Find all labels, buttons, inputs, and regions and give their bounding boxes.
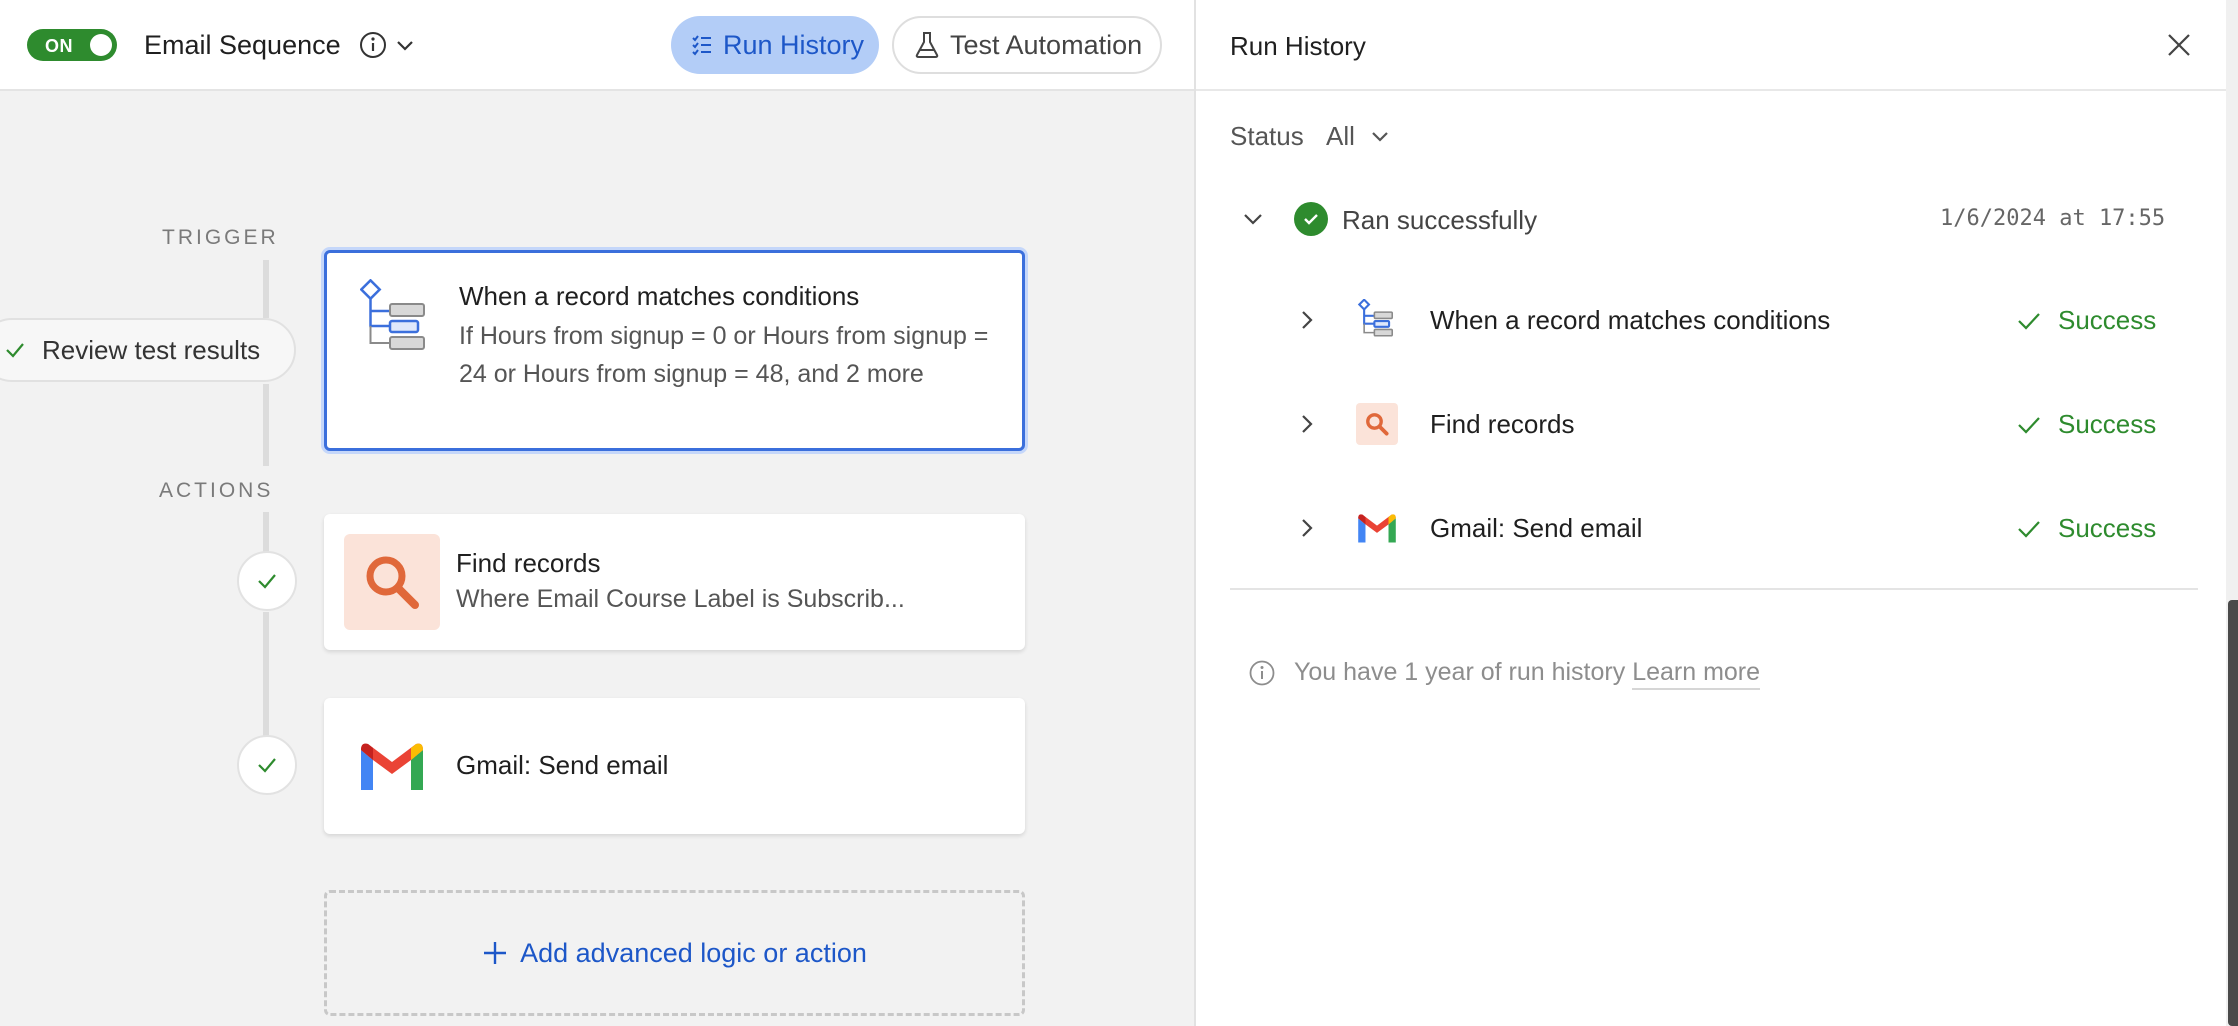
test-automation-button[interactable]: Test Automation [892,16,1162,74]
magnifier-icon [1356,403,1398,445]
checklist-icon [692,35,711,56]
status-filter-select[interactable]: All [1326,121,1355,152]
check-icon [2016,516,2042,542]
learn-more-link[interactable]: Learn more [1632,658,1761,690]
check-icon [6,343,24,358]
run-history-button[interactable]: Run History [671,16,879,74]
run-step-status: Success [2058,409,2157,439]
automation-on-toggle[interactable]: ON [27,29,117,61]
magnifier-icon [344,534,440,630]
info-icon [1248,659,1276,687]
run-history-panel: Run History Status All Ran successfully … [1194,0,2228,1026]
flow-connector [263,612,269,736]
info-icon[interactable] [358,30,388,60]
trigger-tree-icon [1356,299,1398,341]
check-icon [258,574,276,589]
panel-title: Run History [1230,31,1366,61]
add-action-button[interactable]: Add advanced logic or action [324,890,1025,1016]
run-timestamp: 1/6/2024 at 17:55 [1940,206,2166,231]
test-automation-label: Test Automation [950,29,1143,60]
chevron-right-icon[interactable] [1294,515,1320,541]
run-step-status: Success [2058,305,2157,335]
run-step-name: Gmail: Send email [1430,513,1643,543]
flask-icon [915,32,939,58]
run-step-row[interactable]: Find records Success [1196,394,2228,454]
chevron-down-icon[interactable] [1368,124,1392,148]
scrollbar-thumb[interactable] [2228,600,2238,1026]
chevron-right-icon[interactable] [1294,307,1320,333]
run-step-row[interactable]: When a record matches conditions Success [1196,290,2228,350]
action-card-title: Find records [456,548,601,578]
chevron-down-icon[interactable] [394,34,416,56]
trigger-tree-icon [347,271,443,367]
success-check-icon [1294,202,1328,236]
plus-icon [484,942,507,964]
automation-title[interactable]: Email Sequence [144,30,341,61]
add-action-label: Add advanced logic or action [520,937,867,968]
toggle-knob [90,34,112,56]
run-step-name: Find records [1430,409,1575,439]
trigger-card[interactable]: When a record matches conditions If Hour… [324,250,1025,451]
editor-topbar: ON Email Sequence Run History Test Autom… [0,0,1194,91]
status-filter-label: Status [1230,121,1304,151]
run-history-label: Run History [723,29,865,60]
run-step-row[interactable]: Gmail: Send email Success [1196,498,2228,558]
action-card-gmail[interactable]: Gmail: Send email [324,698,1025,834]
actions-section-label: ACTIONS [159,479,274,502]
run-step-status: Success [2058,513,2157,543]
run-history-note: You have 1 year of run history Learn mor… [1294,658,1761,690]
action-card-description: Where Email Course Label is Subscrib... [456,585,905,613]
action-card-find-records[interactable]: Find records Where Email Course Label is… [324,514,1025,650]
check-icon [258,758,276,773]
action-card-title: Gmail: Send email [456,750,669,780]
run-step-name: When a record matches conditions [1430,305,1831,335]
chevron-right-icon[interactable] [1294,411,1320,437]
step-check-badge [237,735,297,795]
check-icon [2016,412,2042,438]
flow-connector [263,260,269,318]
review-test-results-label: Review test results [42,334,261,365]
trigger-section-label: TRIGGER [162,226,279,249]
check-icon [2016,308,2042,334]
flow-connector [263,384,269,466]
step-check-badge [237,551,297,611]
close-icon[interactable] [2164,30,2194,60]
run-history-note-text: You have 1 year of run history [1294,658,1626,686]
trigger-card-description: If Hours from signup = 0 or Hours from s… [459,322,989,388]
review-test-results-button[interactable]: Review test results [0,318,296,382]
trigger-card-title: When a record matches conditions [459,281,860,311]
gmail-icon [344,718,440,814]
toggle-label: ON [45,36,73,56]
panel-header: Run History [1196,0,2228,91]
chevron-down-icon[interactable] [1240,206,1266,232]
flow-connector [263,512,269,552]
automation-editor: ON Email Sequence Run History Test Autom… [0,0,1194,1026]
run-status-label[interactable]: Ran successfully [1342,205,1537,236]
gmail-icon [1356,507,1398,549]
divider [1230,588,2198,590]
